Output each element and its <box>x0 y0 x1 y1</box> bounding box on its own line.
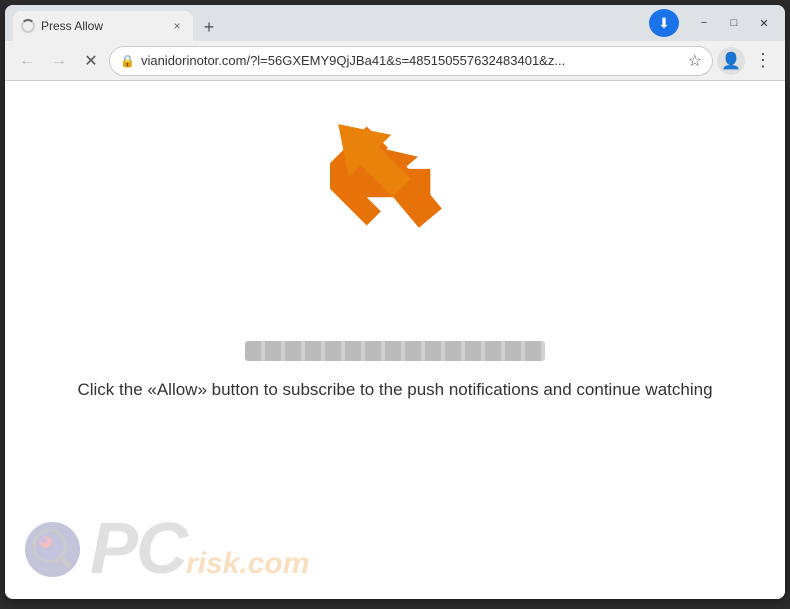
maximize-button[interactable]: □ <box>721 14 747 32</box>
title-bar: Press Allow × + ⬇ − □ ✕ <box>5 5 785 41</box>
download-icon[interactable]: ⬇ <box>649 9 679 37</box>
address-bar[interactable]: 🔒 vianidorinotor.com/?l=56GXEMY9QjJBa41&… <box>109 46 713 76</box>
tab-strip: Press Allow × + <box>13 5 641 41</box>
arrow-svg <box>315 101 425 216</box>
page-content: Click the «Allow» button to subscribe to… <box>5 81 785 599</box>
menu-button[interactable]: ⋮ <box>749 47 777 75</box>
address-text: vianidorinotor.com/?l=56GXEMY9QjJBa41&s=… <box>141 53 682 68</box>
tab-title: Press Allow <box>41 19 163 33</box>
pc-text: PC <box>90 513 186 585</box>
active-tab[interactable]: Press Allow × <box>13 11 193 41</box>
new-tab-button[interactable]: + <box>195 13 223 41</box>
forward-button[interactable]: → <box>45 47 73 75</box>
close-button[interactable]: ✕ <box>751 14 777 32</box>
progress-section: Click the «Allow» button to subscribe to… <box>55 341 735 403</box>
pointing-arrow <box>315 101 425 221</box>
progress-bar <box>245 341 545 361</box>
watermark: PC risk.com <box>5 499 785 599</box>
stop-reload-button[interactable]: ✕ <box>77 47 105 75</box>
back-button[interactable]: ← <box>13 47 41 75</box>
risk-text: risk.com <box>186 547 309 581</box>
magnifier-icon <box>28 524 77 574</box>
lock-icon: 🔒 <box>120 54 135 68</box>
pcrisk-icon <box>25 522 80 577</box>
profile-icon: 👤 <box>721 51 741 71</box>
profile-button[interactable]: 👤 <box>717 47 745 75</box>
bookmark-star-icon[interactable]: ☆ <box>688 51 702 71</box>
browser-window: Press Allow × + ⬇ − □ ✕ ← → ✕ 🔒 vianidor… <box>5 5 785 599</box>
instruction-text: Click the «Allow» button to subscribe to… <box>77 377 712 403</box>
watermark-text-group: PC risk.com <box>90 513 309 585</box>
progress-bar-stripes <box>245 341 545 361</box>
tab-spinner <box>21 19 35 33</box>
tab-close-button[interactable]: × <box>169 18 185 34</box>
toolbar: ← → ✕ 🔒 vianidorinotor.com/?l=56GXEMY9Qj… <box>5 41 785 81</box>
minimize-button[interactable]: − <box>691 14 717 32</box>
window-controls: − □ ✕ <box>691 14 777 32</box>
watermark-logo: PC risk.com <box>25 513 309 585</box>
